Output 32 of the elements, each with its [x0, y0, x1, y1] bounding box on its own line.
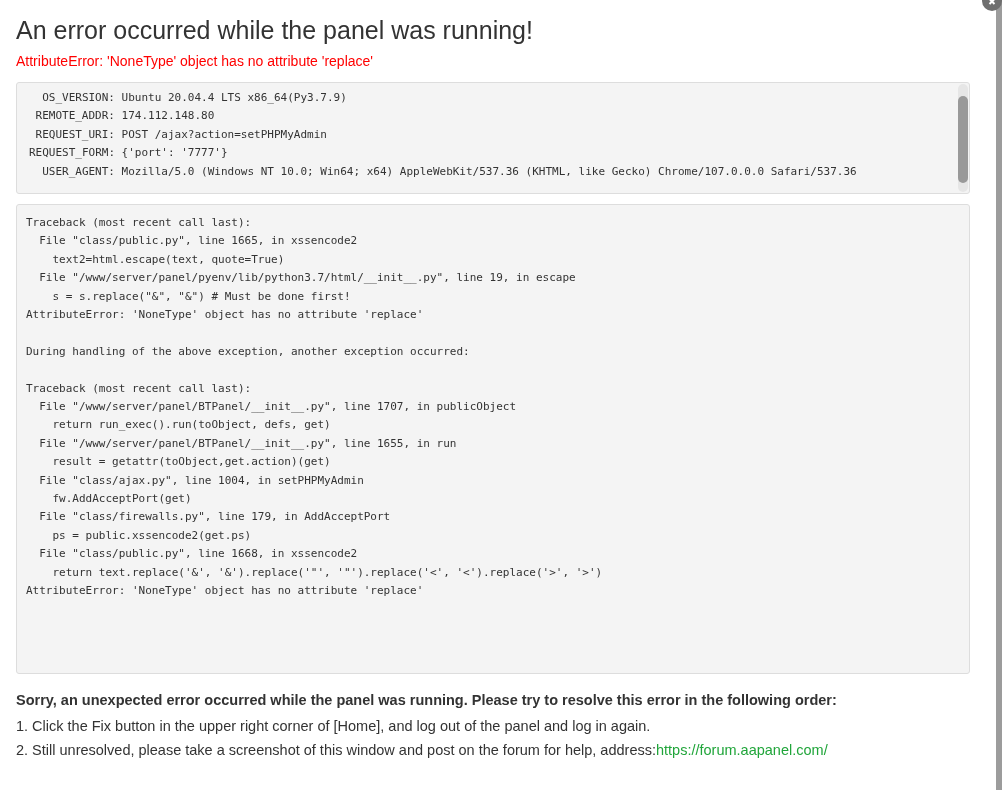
- close-icon[interactable]: [982, 0, 1002, 11]
- traceback-line: s = s.replace("&", "&") # Must be done first!: [51, 288, 352, 305]
- scrollbar[interactable]: [958, 84, 968, 192]
- traceback-line: During handling of the above exception, another exception occurred:: [26, 343, 471, 360]
- dialog-title: An error occurred while the panel was running!: [16, 16, 534, 45]
- traceback-line: ps = public.xssencode2(get.ps): [51, 527, 253, 544]
- traceback-line: Traceback (most recent call last):: [26, 380, 253, 397]
- traceback-line: fw.AddAcceptPort(get): [51, 491, 193, 508]
- traceback-line: File "/www/server/panel/pyenv/lib/python3.7/html/__init__.py", line 19, in escape: [38, 270, 577, 287]
- help-step: 2. Still unresolved, please take a screenshot of this window and post on the forum for help, address:https://forum.aapanel.com/: [16, 738, 970, 762]
- traceback-line: File "/www/server/panel/BTPanel/__init__.py", line 1655, in run: [38, 435, 458, 452]
- environment-line: OS_VERSION: Ubuntu 20.04.4 LTS x86_64(Py3.7.9): [41, 90, 348, 106]
- environment-line: REQUEST_FORM: {'port': '7777'}: [27, 145, 229, 162]
- forum-link[interactable]: https://forum.aapanel.com/: [656, 742, 828, 758]
- traceback-line: File "/www/server/panel/BTPanel/__init__.py", line 1707, in publicObject: [38, 399, 518, 416]
- traceback-line: AttributeError: 'NoneType' object has no attribute 'replace': [26, 583, 425, 600]
- environment-line: USER_AGENT: Mozilla/5.0 (Windows NT 10.0; Win64; x64) AppleWebKit/537.36 (KHTML, like Gecko) Chrome/107.0.0.0 Safari/537.36: [41, 163, 858, 180]
- traceback-line: AttributeError: 'NoneType' object has no attribute 'replace': [26, 307, 425, 324]
- traceback-line: Traceback (most recent call last):: [26, 215, 253, 231]
- traceback-line: File "class/public.py", line 1668, in xssencode2: [38, 546, 359, 563]
- traceback-line: File "class/firewalls.py", line 179, in AddAcceptPort: [38, 509, 392, 526]
- traceback-line: result = getattr(toObject,get.action)(get): [51, 454, 332, 471]
- help-intro: Sorry, an unexpected error occurred while the panel was running. Please try to resolve this error in the following order:: [16, 692, 838, 708]
- environment-line: REQUEST_URI: POST /ajax?action=setPHPMyAdmin: [34, 126, 328, 143]
- error-message: AttributeError: 'NoneType' object has no attribute 'replace': [16, 53, 374, 69]
- traceback-line: return run_exec().run(toObject, defs, get): [51, 417, 332, 434]
- traceback-line: File "class/ajax.py", line 1004, in setPHPMyAdmin: [38, 472, 365, 489]
- traceback-line: text2=html.escape(text, quote=True): [51, 251, 286, 268]
- traceback-line: return text.replace('&', '&').replace('"', '"').replace('<', '<').replace('>', '>'): [51, 564, 604, 581]
- help-step: 1. Click the Fix button in the upper right corner of [Home], and log out of the panel and log in again.: [16, 714, 970, 738]
- traceback-line: File "class/public.py", line 1665, in xssencode2: [38, 233, 359, 250]
- environment-line: REMOTE_ADDR: 174.112.148.80: [34, 108, 216, 125]
